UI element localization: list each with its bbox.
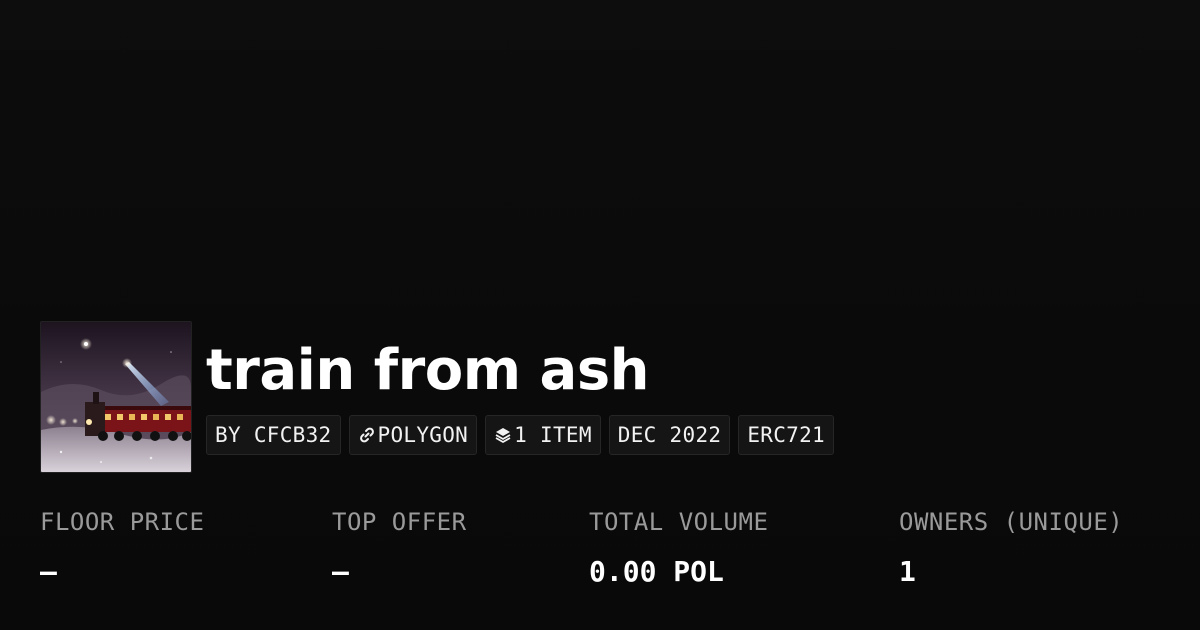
created-date-tag: DEC 2022	[608, 415, 731, 455]
stat-total-volume: TOTAL VOLUME 0.00 POL	[589, 505, 768, 589]
token-standard-tag-label: ERC721	[747, 423, 825, 447]
stat-value: 0.00 POL	[589, 555, 724, 588]
stat-value: –	[40, 555, 57, 588]
stat-top-offer: TOP OFFER –	[332, 505, 467, 589]
collection-thumbnail[interactable]	[40, 321, 192, 473]
stat-value: 1	[899, 555, 916, 588]
collection-card: train from ash BY CFCB32 POLYGON 1 ITEM …	[0, 0, 1200, 630]
creator-tag-label: BY CFCB32	[215, 423, 332, 447]
chain-tag[interactable]: POLYGON	[348, 415, 478, 455]
stat-label: OWNERS (UNIQUE)	[899, 508, 1124, 536]
stat-label: TOTAL VOLUME	[589, 508, 769, 536]
created-date-tag-label: DEC 2022	[617, 423, 722, 447]
creator-tag[interactable]: BY CFCB32	[206, 415, 341, 455]
token-standard-tag: ERC721	[738, 415, 834, 455]
stat-floor-price: FLOOR PRICE –	[40, 505, 204, 589]
stat-owners-unique: OWNERS (UNIQUE) 1	[899, 505, 1123, 589]
collection-title: train from ash	[206, 338, 650, 403]
stat-value: –	[332, 555, 349, 588]
item-count-tag-label: 1 ITEM	[514, 423, 592, 447]
stat-label: FLOOR PRICE	[40, 508, 205, 536]
layers-icon	[494, 426, 512, 444]
train-artwork-image	[41, 322, 191, 472]
collection-tags: BY CFCB32 POLYGON 1 ITEM DEC 2022 ERC721	[206, 415, 834, 455]
chain-link-icon	[358, 426, 376, 444]
item-count-tag[interactable]: 1 ITEM	[485, 415, 601, 455]
stat-label: TOP OFFER	[332, 508, 467, 536]
chain-tag-label: POLYGON	[377, 423, 469, 447]
